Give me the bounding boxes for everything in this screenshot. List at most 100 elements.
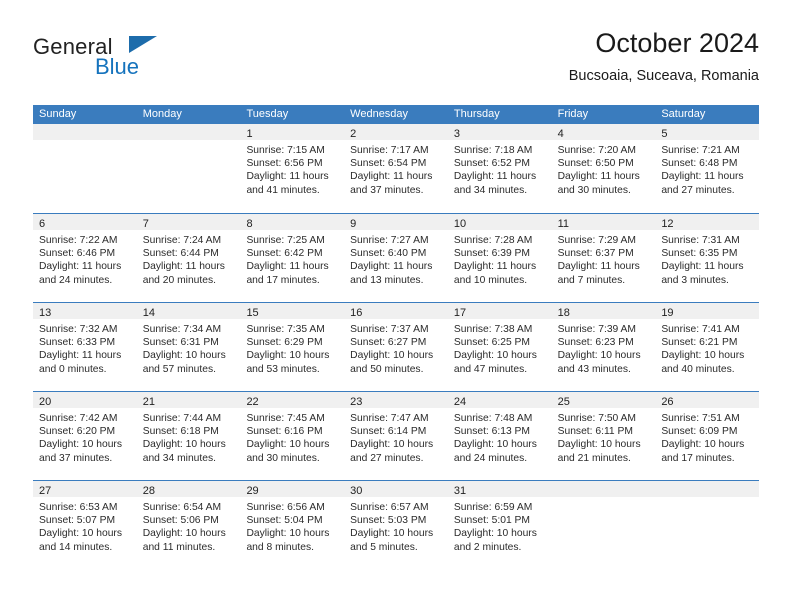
calendar-day-cell[interactable]: 30 Sunrise: 6:57 AM Sunset: 5:03 PM Dayli… [344, 481, 448, 569]
day-cell-body [655, 497, 759, 501]
calendar-day-cell[interactable]: 16 Sunrise: 7:37 AM Sunset: 6:27 PM Dayli… [344, 303, 448, 391]
sun-times-text: Sunrise: 6:57 AM Sunset: 5:03 PM Dayligh… [350, 502, 434, 553]
sun-times-text: Sunrise: 7:47 AM Sunset: 6:14 PM Dayligh… [350, 413, 434, 464]
calendar-day-cell[interactable]: 26 Sunrise: 7:51 AM Sunset: 6:09 PM Dayli… [655, 392, 760, 480]
calendar-weeks: 1 Sunrise: 7:15 AM Sunset: 6:56 PM Daylig… [33, 124, 760, 569]
day-cell-body: Sunrise: 7:38 AM Sunset: 6:25 PM Dayligh… [448, 319, 552, 376]
sun-times-text: Sunrise: 7:20 AM Sunset: 6:50 PM Dayligh… [557, 145, 640, 196]
calendar-day-cell[interactable]: 23 Sunrise: 7:47 AM Sunset: 6:14 PM Dayli… [344, 392, 448, 480]
calendar-day-cell[interactable]: 1 Sunrise: 7:15 AM Sunset: 6:56 PM Daylig… [240, 124, 345, 213]
calendar-week-row: 27 Sunrise: 6:53 AM Sunset: 5:07 PM Dayli… [33, 480, 760, 569]
day-number: 6 [39, 218, 46, 230]
calendar-day-cell[interactable]: 10 Sunrise: 7:28 AM Sunset: 6:39 PM Dayli… [447, 214, 552, 302]
day-cell-body [33, 140, 137, 144]
day-number: 23 [350, 396, 363, 408]
sun-times-text: Sunrise: 6:53 AM Sunset: 5:07 PM Dayligh… [39, 502, 122, 553]
day-number: 16 [350, 307, 363, 319]
day-number-band: 17 [447, 303, 552, 319]
calendar-day-cell[interactable]: 13 Sunrise: 7:32 AM Sunset: 6:33 PM Dayli… [33, 303, 137, 391]
calendar-day-cell[interactable]: 29 Sunrise: 6:56 AM Sunset: 5:04 PM Dayli… [240, 481, 345, 569]
day-number: 18 [557, 307, 570, 319]
calendar-day-cell[interactable]: 8 Sunrise: 7:25 AM Sunset: 6:42 PM Daylig… [240, 214, 345, 302]
calendar-day-cell[interactable]: 18 Sunrise: 7:39 AM Sunset: 6:23 PM Dayli… [551, 303, 656, 391]
page-title: October 2024 [595, 28, 759, 58]
calendar-day-cell[interactable]: 28 Sunrise: 6:54 AM Sunset: 5:06 PM Dayli… [136, 481, 241, 569]
sun-times-text: Sunrise: 7:22 AM Sunset: 6:46 PM Dayligh… [39, 235, 122, 286]
day-cell-body: Sunrise: 7:28 AM Sunset: 6:39 PM Dayligh… [448, 230, 552, 287]
calendar-day-cell[interactable]: 15 Sunrise: 7:35 AM Sunset: 6:29 PM Dayli… [240, 303, 345, 391]
day-cell-body: Sunrise: 7:25 AM Sunset: 6:42 PM Dayligh… [240, 230, 344, 287]
day-cell-body: Sunrise: 7:50 AM Sunset: 6:11 PM Dayligh… [552, 408, 656, 465]
calendar-day-cell[interactable]: 7 Sunrise: 7:24 AM Sunset: 6:44 PM Daylig… [136, 214, 241, 302]
weekday-header-row: Sunday Monday Tuesday Wednesday Thursday Frid… [33, 105, 759, 124]
day-number-band: 8 [240, 214, 345, 230]
day-number: 3 [453, 128, 460, 140]
day-number: 8 [246, 218, 253, 230]
sun-times-text: Sunrise: 6:54 AM Sunset: 5:06 PM Dayligh… [142, 502, 226, 553]
calendar-day-cell[interactable]: 3 Sunrise: 7:18 AM Sunset: 6:52 PM Daylig… [447, 124, 552, 213]
weekday-header-friday: Friday [557, 108, 589, 120]
logo-triangle-icon [129, 36, 157, 53]
calendar-day-cell[interactable]: 17 Sunrise: 7:38 AM Sunset: 6:25 PM Dayli… [447, 303, 552, 391]
day-number: 25 [557, 396, 570, 408]
calendar-day-cell[interactable]: 27 Sunrise: 6:53 AM Sunset: 5:07 PM Dayli… [33, 481, 137, 569]
weekday-header-wednesday: Wednesday [350, 108, 409, 120]
sun-times-text: Sunrise: 7:27 AM Sunset: 6:40 PM Dayligh… [350, 235, 433, 286]
day-number: 21 [142, 396, 155, 408]
calendar-day-cell[interactable]: 20 Sunrise: 7:42 AM Sunset: 6:20 PM Dayli… [33, 392, 137, 480]
day-cell-body [137, 140, 241, 144]
calendar-cell-empty [655, 481, 760, 569]
sun-times-text: Sunrise: 6:56 AM Sunset: 5:04 PM Dayligh… [246, 502, 330, 553]
day-cell-body: Sunrise: 6:57 AM Sunset: 5:03 PM Dayligh… [344, 497, 448, 554]
day-number-band: 16 [344, 303, 448, 319]
sun-times-text: Sunrise: 7:18 AM Sunset: 6:52 PM Dayligh… [453, 145, 537, 196]
day-cell-body: Sunrise: 7:29 AM Sunset: 6:37 PM Dayligh… [552, 230, 656, 287]
weekday-header-thursday: Thursday [453, 108, 500, 120]
day-number: 20 [39, 396, 52, 408]
sun-times-text: Sunrise: 7:37 AM Sunset: 6:27 PM Dayligh… [350, 324, 434, 375]
day-cell-body: Sunrise: 7:37 AM Sunset: 6:27 PM Dayligh… [344, 319, 448, 376]
day-number-band: 22 [240, 392, 345, 408]
calendar-day-cell[interactable]: 24 Sunrise: 7:48 AM Sunset: 6:13 PM Dayli… [447, 392, 552, 480]
sun-times-text: Sunrise: 7:25 AM Sunset: 6:42 PM Dayligh… [246, 235, 329, 286]
calendar-day-cell[interactable]: 14 Sunrise: 7:34 AM Sunset: 6:31 PM Dayli… [136, 303, 241, 391]
day-number-band: 28 [136, 481, 241, 497]
day-number-band: 23 [344, 392, 448, 408]
day-cell-body: Sunrise: 7:48 AM Sunset: 6:13 PM Dayligh… [448, 408, 552, 465]
calendar-day-cell[interactable]: 9 Sunrise: 7:27 AM Sunset: 6:40 PM Daylig… [344, 214, 448, 302]
calendar-day-cell[interactable]: 22 Sunrise: 7:45 AM Sunset: 6:16 PM Dayli… [240, 392, 345, 480]
day-number-band: 13 [33, 303, 137, 319]
sun-times-text: Sunrise: 7:28 AM Sunset: 6:39 PM Dayligh… [453, 235, 537, 286]
calendar-day-cell[interactable]: 31 Sunrise: 6:59 AM Sunset: 5:01 PM Dayli… [447, 481, 552, 569]
day-number: 26 [661, 396, 674, 408]
day-cell-body: Sunrise: 7:27 AM Sunset: 6:40 PM Dayligh… [344, 230, 448, 287]
sun-times-text: Sunrise: 7:15 AM Sunset: 6:56 PM Dayligh… [246, 145, 329, 196]
day-number-band: 31 [447, 481, 552, 497]
calendar-day-cell[interactable]: 19 Sunrise: 7:41 AM Sunset: 6:21 PM Dayli… [655, 303, 760, 391]
day-number: 7 [142, 218, 149, 230]
day-number: 11 [557, 218, 570, 230]
day-number-band: 27 [33, 481, 137, 497]
sun-times-text: Sunrise: 7:17 AM Sunset: 6:54 PM Dayligh… [350, 145, 433, 196]
calendar-day-cell[interactable]: 21 Sunrise: 7:44 AM Sunset: 6:18 PM Dayli… [136, 392, 241, 480]
calendar-day-cell[interactable]: 12 Sunrise: 7:31 AM Sunset: 6:35 PM Dayli… [655, 214, 760, 302]
day-number-band: 19 [655, 303, 760, 319]
calendar-day-cell[interactable]: 25 Sunrise: 7:50 AM Sunset: 6:11 PM Dayli… [551, 392, 656, 480]
calendar-day-cell[interactable]: 2 Sunrise: 7:17 AM Sunset: 6:54 PM Daylig… [344, 124, 448, 213]
calendar-day-cell[interactable]: 5 Sunrise: 7:21 AM Sunset: 6:48 PM Daylig… [655, 124, 760, 213]
day-cell-body: Sunrise: 7:44 AM Sunset: 6:18 PM Dayligh… [137, 408, 241, 465]
day-number: 1 [246, 128, 253, 140]
day-number-band: 21 [136, 392, 241, 408]
general-blue-logo: General Blue [33, 34, 233, 90]
calendar-day-cell[interactable]: 6 Sunrise: 7:22 AM Sunset: 6:46 PM Daylig… [33, 214, 137, 302]
day-cell-body: Sunrise: 7:21 AM Sunset: 6:48 PM Dayligh… [655, 140, 759, 197]
day-number-band: 18 [551, 303, 656, 319]
logo-text-blue: Blue [95, 54, 140, 79]
day-cell-body: Sunrise: 7:41 AM Sunset: 6:21 PM Dayligh… [655, 319, 759, 376]
weekday-header-saturday: Saturday [661, 108, 706, 120]
calendar-day-cell[interactable]: 4 Sunrise: 7:20 AM Sunset: 6:50 PM Daylig… [551, 124, 656, 213]
calendar-day-cell[interactable]: 11 Sunrise: 7:29 AM Sunset: 6:37 PM Dayli… [551, 214, 656, 302]
sun-times-text: Sunrise: 7:44 AM Sunset: 6:18 PM Dayligh… [142, 413, 226, 464]
day-number-band: 9 [344, 214, 448, 230]
day-number: 5 [661, 128, 668, 140]
